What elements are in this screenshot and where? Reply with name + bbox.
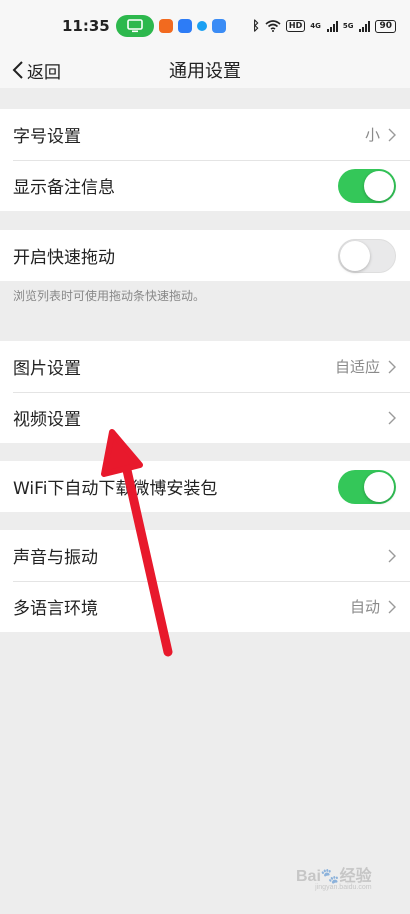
back-label: 返回 [27,62,61,83]
taobao-app-icon [158,19,173,33]
chevron-left-icon [12,61,23,79]
nav-bar: 返回 通用设置 [0,52,410,88]
settings-group-display: 字号设置 小 显示备注信息 [0,109,410,211]
watermark-text-2: 经验 [339,868,372,885]
message-app-icon [211,19,226,33]
image-setting-value: 自适应 [334,358,380,376]
hd-badge: HD [285,20,306,32]
video-setting[interactable]: 视频设置 [0,392,410,443]
chevron-right-icon [388,549,396,562]
language-value: 自动 [349,598,380,616]
wifi-icon [265,20,281,32]
status-bar: 11:35 ᛒ HD 4G 5G 90 [0,0,410,52]
chevron-right-icon [388,411,396,424]
settings-group-drag: 开启快速拖动 [0,230,410,281]
watermark-sub: jingyan.baidu.com [315,884,372,891]
settings-group-misc: 声音与振动 多语言环境 自动 [0,530,410,632]
paw-icon: 🐾 [320,868,340,885]
wifi-download-label: WiFi下自动下载微博安装包 [13,479,218,499]
font-size-value: 小 [364,126,380,144]
back-button[interactable]: 返回 [12,52,61,88]
sound-vibration-label: 声音与振动 [13,548,98,568]
quick-drag-label: 开启快速拖动 [13,248,115,268]
quick-drag-setting: 开启快速拖动 [0,230,410,281]
image-setting[interactable]: 图片设置 自适应 [0,341,410,392]
signal-icon-2 [359,20,371,32]
wifi-download-setting: WiFi下自动下载微博安装包 [0,461,410,512]
bluetooth-icon: ᛒ [252,18,260,34]
baidu-watermark: Bai🐾经验 jingyan.baidu.com [296,862,372,891]
font-size-label: 字号设置 [13,127,81,147]
language-setting[interactable]: 多语言环境 自动 [0,581,410,632]
show-remark-toggle[interactable] [338,168,396,203]
browser-app-icon [196,21,207,31]
wifi-download-toggle[interactable] [338,469,396,504]
network-4g-label: 4G [310,21,321,30]
chevron-right-icon [388,128,396,141]
quick-drag-toggle[interactable] [338,238,396,273]
font-size-setting[interactable]: 字号设置 小 [0,109,410,160]
show-remark-label: 显示备注信息 [13,178,115,198]
chevron-right-icon [388,360,396,373]
language-label: 多语言环境 [13,599,98,619]
signal-icon-1 [326,20,338,32]
qq-app-icon [177,19,192,33]
watermark-text: Bai [296,868,321,885]
show-remark-setting: 显示备注信息 [0,160,410,211]
settings-group-media: 图片设置 自适应 视频设置 [0,341,410,443]
status-time: 11:35 [62,17,110,35]
screen-cast-icon [115,15,154,37]
sound-vibration-setting[interactable]: 声音与振动 [0,530,410,581]
chevron-right-icon [388,600,396,613]
quick-drag-hint: 浏览列表时可使用拖动条快速拖动。 [13,289,206,303]
image-setting-label: 图片设置 [13,359,81,379]
battery-icon: 90 [375,19,396,33]
video-setting-label: 视频设置 [13,410,81,430]
network-5g-label: 5G [342,21,354,30]
page-title: 通用设置 [169,61,241,82]
settings-group-wifi: WiFi下自动下载微博安装包 [0,461,410,512]
